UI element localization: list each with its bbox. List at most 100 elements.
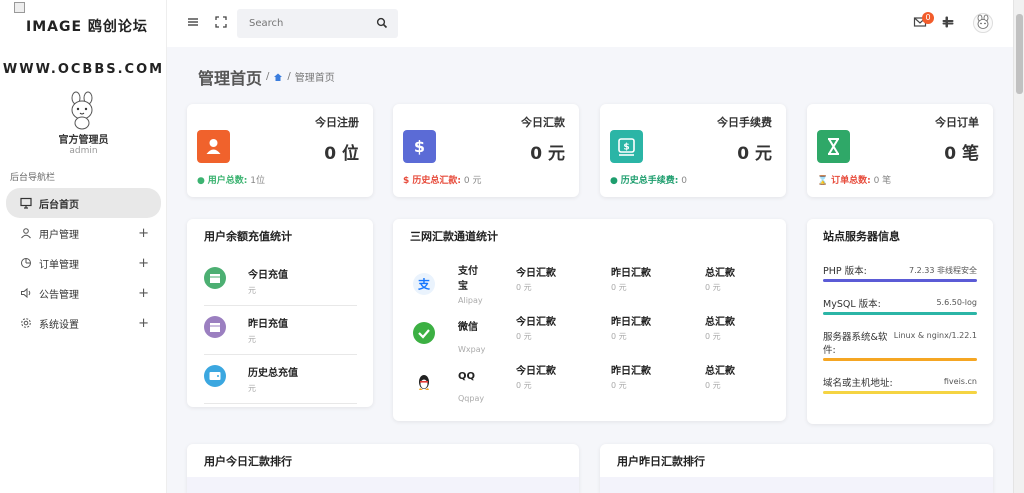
stat-footer-value: 1位 <box>250 176 265 186</box>
stat-footer-label: 历史总手续费: <box>620 176 679 186</box>
sidebar-item-dashboard[interactable]: 后台首页 <box>6 188 161 218</box>
stat-footer: ● 历史总手续费: 0 <box>610 173 687 186</box>
stat-footer-value: 0 <box>681 176 687 186</box>
scrollbar-thumb[interactable] <box>1016 14 1023 94</box>
expand-icon[interactable]: + <box>138 256 149 271</box>
channel-sub: Alipay <box>458 296 483 305</box>
column-header: 今日汇款 <box>516 317 556 328</box>
yesterday-ranking-panel: 用户昨日汇款排行 <box>600 444 993 493</box>
server-info-value: fiveis.cn <box>943 377 977 386</box>
stat-title: 今日汇款 <box>521 116 565 129</box>
stat-footer-label: 用户总数: <box>207 176 248 186</box>
sidebar-item-label: 订单管理 <box>39 259 79 271</box>
cell-value: 0 元 <box>611 283 627 292</box>
fullscreen-icon[interactable] <box>214 15 228 29</box>
menu-icon[interactable] <box>186 15 200 29</box>
recharge-label: 昨日充值 <box>248 319 288 330</box>
column-header: 总汇款 <box>705 317 735 328</box>
panel-title: 用户昨日汇款排行 <box>617 455 705 468</box>
vertical-scrollbar[interactable] <box>1013 0 1024 493</box>
channel-sub: Wxpay <box>458 345 486 354</box>
cell-value: 0 元 <box>516 283 532 292</box>
dollar-icon: $ <box>403 130 436 163</box>
channel-name: 微信 <box>458 322 478 333</box>
gear-icon <box>20 317 32 329</box>
user-icon <box>197 130 230 163</box>
recharge-stats-panel: 用户余额充值统计 今日充值 元 昨日充值 元 历史总充值 元 <box>187 219 373 407</box>
expand-icon[interactable]: + <box>138 316 149 331</box>
logo-text: IMAGE 鸥创论坛 <box>26 19 148 35</box>
sidebar-item-announcements[interactable]: 公告管理 + <box>6 278 161 308</box>
column-header: 今日汇款 <box>516 268 556 279</box>
panel-title: 三网汇款通道统计 <box>410 230 498 243</box>
user-icon <box>20 227 32 239</box>
panel-title: 用户今日汇款排行 <box>204 455 292 468</box>
stat-value: 0 元 <box>737 144 772 164</box>
hourglass-small-icon: ⌛ <box>817 176 829 186</box>
stat-value: 0 元 <box>530 144 565 164</box>
top-bar: 0 <box>167 0 1013 47</box>
sidebar-item-settings[interactable]: 系统设置 + <box>6 308 161 338</box>
svg-text:$: $ <box>623 143 629 153</box>
stat-title: 今日手续费 <box>717 116 772 129</box>
progress-bar <box>823 279 977 282</box>
home-icon[interactable] <box>273 72 283 82</box>
wallet-icon <box>204 365 226 387</box>
panel-title: 用户余额充值统计 <box>204 230 292 243</box>
stat-footer-value: 0 元 <box>463 176 482 186</box>
breadcrumb: / / 管理首页 <box>266 69 335 84</box>
progress-bar <box>823 312 977 315</box>
stat-footer-label: 订单总数: <box>831 176 871 186</box>
server-info-key: MySQL 版本: <box>823 299 881 310</box>
search-box <box>237 9 398 38</box>
stat-card-fees: 今日手续费 $ 0 元 ● 历史总手续费: 0 <box>600 104 786 197</box>
sidebar-item-orders[interactable]: 订单管理 + <box>6 248 161 278</box>
recharge-unit: 元 <box>248 384 256 393</box>
table-row: QQ Qqpay 今日汇款 昨日汇款 总汇款 0 元 0 元 0 元 <box>413 361 773 409</box>
search-input[interactable] <box>237 9 357 38</box>
search-icon[interactable] <box>376 17 388 29</box>
site-url: WWW.OCBBS.COM <box>2 62 165 77</box>
list-item: 历史总充值 元 <box>204 355 357 404</box>
expand-icon[interactable]: + <box>138 226 149 241</box>
progress-bar <box>823 358 977 361</box>
column-header: 昨日汇款 <box>611 366 651 377</box>
stat-footer-value: 0 笔 <box>873 176 892 186</box>
sidebar: IMAGE 鸥创论坛 WWW.OCBBS.COM 官方管理员 admin 后台导… <box>0 0 167 493</box>
qq-penguin-icon <box>413 371 435 393</box>
cell-value: 0 元 <box>516 332 532 341</box>
stat-title: 今日订单 <box>935 116 979 129</box>
server-info-value: 7.2.33 非线程安全 <box>909 266 977 275</box>
sidebar-item-label: 系统设置 <box>39 319 79 331</box>
users-icon: ● <box>197 176 205 186</box>
channel-name: 支付宝 <box>458 266 478 292</box>
list-item: 昨日充值 元 <box>204 306 357 355</box>
channel-name: QQ <box>458 371 476 382</box>
server-info-value: 5.6.50-log <box>936 298 977 307</box>
speaker-icon <box>20 287 32 299</box>
breadcrumb-separator: / <box>287 71 291 82</box>
admin-avatar[interactable] <box>62 90 102 130</box>
column-header: 今日汇款 <box>516 366 556 377</box>
table-row: 微信 Wxpay 今日汇款 昨日汇款 总汇款 0 元 0 元 0 元 <box>413 312 773 360</box>
sidebar-item-label: 用户管理 <box>39 229 79 241</box>
cell-value: 0 元 <box>611 332 627 341</box>
hourglass-icon <box>817 130 850 163</box>
recharge-unit: 元 <box>248 286 256 295</box>
server-info-key: 域名或主机地址: <box>823 378 893 389</box>
slack-icon[interactable] <box>941 15 955 29</box>
user-avatar[interactable] <box>973 13 993 33</box>
server-info-value: Linux & nginx/1.22.1 <box>893 331 977 340</box>
expand-icon[interactable]: + <box>138 286 149 301</box>
sidebar-item-users[interactable]: 用户管理 + <box>6 218 161 248</box>
breadcrumb-current: 管理首页 <box>294 73 335 84</box>
panel-title: 站点服务器信息 <box>823 230 900 243</box>
column-header: 昨日汇款 <box>611 317 651 328</box>
recharge-label: 历史总充值 <box>248 368 298 379</box>
stat-value: 0 笔 <box>944 144 979 164</box>
wechat-icon <box>413 322 435 344</box>
recharge-unit: 元 <box>248 335 256 344</box>
server-info-key: 服务器系统&软件: <box>823 332 888 356</box>
table-header <box>600 477 993 493</box>
site-logo[interactable]: IMAGE 鸥创论坛 <box>14 2 164 48</box>
